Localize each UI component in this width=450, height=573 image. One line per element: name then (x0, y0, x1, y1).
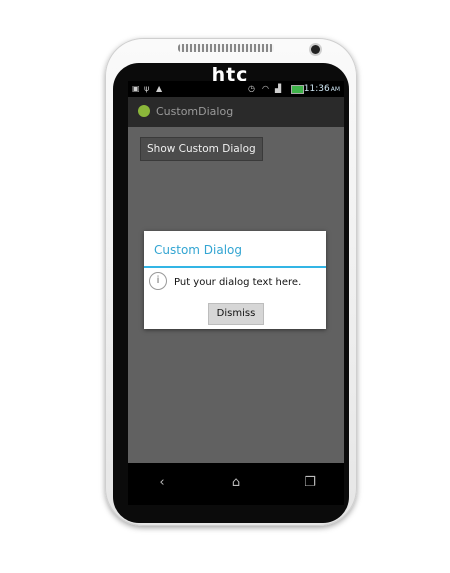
back-icon[interactable]: ‹ (152, 473, 172, 493)
action-bar: CustomDialog (128, 97, 344, 127)
status-time: 11:36AM (303, 84, 340, 94)
android-debug-icon: ▲ (156, 84, 163, 93)
usb-icon: ψ (144, 84, 150, 93)
custom-dialog: Custom Dialog i Put your dialog text her… (144, 231, 326, 329)
status-bar: ▣ ψ ▲ ◷ ◠ ▟ 11:36AM (128, 81, 344, 97)
show-custom-dialog-button[interactable]: Show Custom Dialog (140, 137, 263, 161)
phone-screen: ▣ ψ ▲ ◷ ◠ ▟ 11:36AM CustomDialog Show Cu… (128, 81, 344, 463)
chat-icon: ▣ (132, 84, 140, 93)
alarm-icon: ◷ (248, 84, 255, 93)
speaker-grille (178, 44, 274, 52)
app-title: CustomDialog (156, 105, 234, 118)
navigation-bar: ‹ ⌂ ❐ (128, 463, 344, 505)
front-camera (311, 45, 320, 54)
signal-icon: ▟ (275, 84, 282, 93)
recent-apps-icon[interactable]: ❐ (300, 473, 320, 493)
home-icon[interactable]: ⌂ (226, 473, 246, 493)
info-icon: i (149, 272, 167, 290)
wifi-icon: ◠ (262, 84, 269, 93)
dialog-title-divider (144, 266, 326, 268)
android-app-icon (138, 105, 150, 117)
dialog-title: Custom Dialog (154, 243, 243, 257)
battery-icon (291, 85, 304, 94)
dismiss-button[interactable]: Dismiss (208, 303, 264, 325)
dialog-message: Put your dialog text here. (174, 277, 302, 288)
